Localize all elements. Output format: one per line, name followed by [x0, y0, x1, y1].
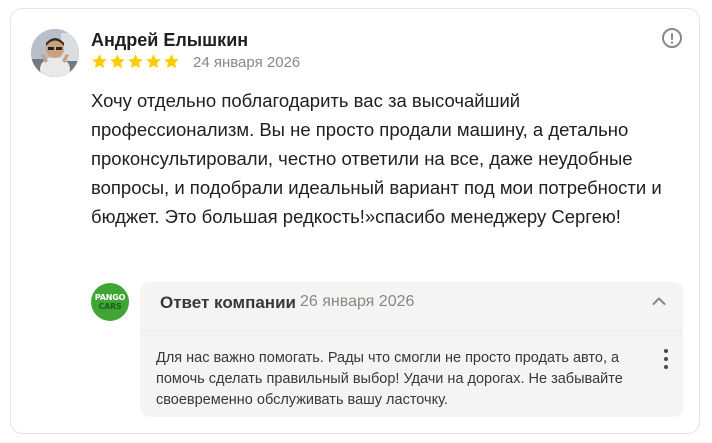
- company-logo-line2: CARS: [98, 302, 122, 311]
- star-icon: [146, 54, 161, 69]
- star-icon: [164, 54, 179, 69]
- exclamation-circle-icon[interactable]: [661, 27, 683, 49]
- avatar[interactable]: [31, 29, 79, 77]
- reply-title: Ответ компании: [160, 293, 296, 312]
- more-vertical-icon[interactable]: [662, 348, 670, 370]
- chevron-up-icon[interactable]: [652, 296, 666, 306]
- review-date: 24 января 2026: [193, 54, 301, 71]
- rating-stars: [91, 53, 180, 70]
- company-logo: PANGO CARS: [91, 283, 129, 321]
- star-icon: [128, 54, 143, 69]
- author-name[interactable]: Андрей Елышкин: [91, 30, 248, 51]
- reply-body: Для нас важно помогать. Рады что смогли …: [140, 330, 683, 417]
- reply-date: 26 января 2026: [300, 293, 415, 310]
- company-logo-line1: PANGO: [94, 293, 126, 302]
- reply-header-toggle[interactable]: Ответ компании 26 января 2026: [140, 282, 683, 322]
- user-photo-icon: [31, 29, 79, 77]
- review-text: Хочу отдельно поблагодарить вас за высоч…: [91, 90, 662, 227]
- review-card: Андрей Елышкин 24 января 2026 Хочу отдел…: [10, 8, 700, 434]
- star-icon: [92, 54, 107, 69]
- star-icon: [110, 54, 125, 69]
- reply-text: Для нас важно помогать. Рады что смогли …: [156, 350, 623, 408]
- company-reply: Ответ компании 26 января 2026 Для нас ва…: [140, 282, 683, 417]
